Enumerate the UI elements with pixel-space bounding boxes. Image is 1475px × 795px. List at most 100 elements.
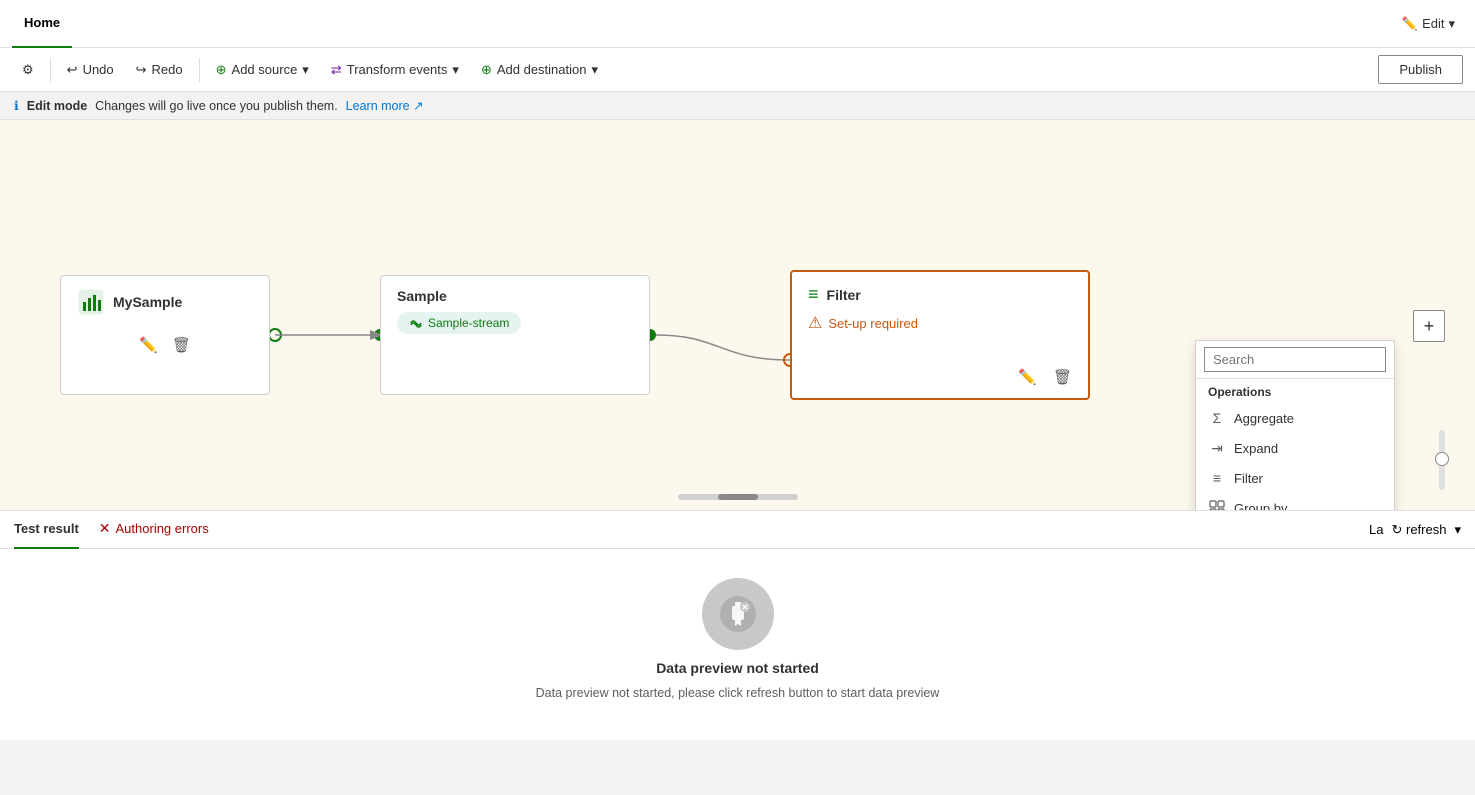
error-badge: ✕ Authoring errors [99,520,209,537]
mysample-node[interactable]: MySample ✏️ 🗑 [60,275,270,395]
home-tab[interactable]: Home [12,0,72,48]
settings-icon: ⚙ [22,62,34,78]
filter-status: Set-up required [828,316,918,331]
empty-subtitle: Data preview not started, please click r… [536,686,940,700]
filter-dropdown-label: Filter [1234,471,1263,486]
add-source-icon: ⊕ [216,62,227,78]
transform-icon: ⇄ [331,62,342,78]
last-label: La [1369,522,1383,537]
dropdown-item-aggregate[interactable]: Σ Aggregate [1196,403,1394,433]
info-bar: ℹ Edit mode Changes will go live once yo… [0,92,1475,120]
mysample-icon [77,288,105,316]
zoom-controls [1439,430,1445,490]
stream-label: Sample-stream [428,316,509,330]
dropdown-search-container [1196,341,1394,379]
add-destination-button[interactable]: ⊕ Add destination ▾ [471,57,608,83]
edit-label: Edit [1422,16,1444,31]
undo-label: Undo [83,62,114,77]
learn-more-link[interactable]: Learn more ↗ [346,98,424,113]
add-source-chevron: ▾ [302,62,309,78]
operations-dropdown: Operations Σ Aggregate ⇥ Expand ≡ Filter… [1195,340,1395,510]
sample-name: Sample [397,288,447,304]
dropdown-item-filter[interactable]: ≡ Filter [1196,463,1394,493]
add-source-label: Add source [232,62,298,77]
mysample-title: MySample [77,288,253,316]
groupby-label: Group by [1234,501,1287,511]
external-link-icon: ↗ [413,99,423,113]
operations-section-label: Operations [1196,379,1394,403]
zoom-track[interactable] [1439,430,1445,490]
dropdown-search-input[interactable] [1204,347,1386,372]
edit-icon: ✏️ [1402,16,1418,32]
filter-edit-button[interactable]: ✏️ [1014,364,1041,390]
canvas-scrollbar[interactable] [678,494,798,500]
separator-2 [199,58,200,82]
filter-node[interactable]: ≡ Filter ⚠ Set-up required ✏️ 🗑 [790,270,1090,400]
publish-button[interactable]: Publish [1378,55,1463,84]
refresh-text: refresh [1406,522,1446,537]
redo-icon: ↪ [136,62,147,78]
add-node-button[interactable]: + [1413,310,1445,342]
edit-mode-label: Edit mode [27,99,87,113]
empty-title: Data preview not started [656,660,819,676]
transform-events-button[interactable]: ⇄ Transform events ▾ [321,57,469,83]
bottom-tabs: Test result ✕ Authoring errors La ↻ refr… [0,511,1475,549]
aggregate-icon: Σ [1208,409,1226,427]
dropdown-item-expand[interactable]: ⇥ Expand [1196,433,1394,463]
authoring-errors-label: Authoring errors [116,521,209,536]
canvas[interactable]: MySample ✏️ 🗑 Sample Sample-stream ≡ Fil… [0,120,1475,510]
error-icon: ✕ [99,520,111,537]
settings-button[interactable]: ⚙ [12,57,44,83]
info-message: Changes will go live once you publish th… [95,99,338,113]
learn-more-label: Learn more [346,99,410,113]
filter-icon: ≡ [808,284,819,305]
filter-dropdown-icon: ≡ [1208,469,1226,487]
mysample-name: MySample [113,294,182,310]
undo-icon: ↩ [67,62,78,78]
refresh-chevron[interactable]: ▾ [1454,522,1461,538]
undo-button[interactable]: ↩ Undo [57,57,124,83]
tab-test-result[interactable]: Test result [14,511,79,549]
publish-label: Publish [1399,62,1442,77]
separator-1 [50,58,51,82]
redo-button[interactable]: ↪ Redo [126,57,193,83]
expand-label: Expand [1234,441,1278,456]
toolbar: ⚙ ↩ Undo ↪ Redo ⊕ Add source ▾ ⇄ Transfo… [0,48,1475,92]
dropdown-item-groupby[interactable]: Group by [1196,493,1394,510]
warning-icon: ⚠ [808,313,822,333]
info-icon: ℹ [14,98,19,113]
filter-title: ≡ Filter [808,284,1072,305]
refresh-label[interactable]: ↻ refresh [1391,522,1446,538]
transform-chevron: ▾ [452,62,459,78]
tab-authoring-errors[interactable]: ✕ Authoring errors [99,511,209,549]
zoom-thumb [1435,452,1449,466]
bottom-panel: Test result ✕ Authoring errors La ↻ refr… [0,510,1475,740]
transform-label: Transform events [347,62,448,77]
mysample-delete-button[interactable]: 🗑 [168,332,195,358]
filter-warning: ⚠ Set-up required [808,313,1072,333]
redo-label: Redo [152,62,183,77]
empty-state: Data preview not started Data preview no… [0,549,1475,729]
expand-icon: ⇥ [1208,439,1226,457]
aggregate-label: Aggregate [1234,411,1294,426]
sample-title: Sample [397,288,633,304]
sample-node[interactable]: Sample Sample-stream [380,275,650,395]
edit-chevron-icon: ▾ [1448,16,1455,32]
edit-button[interactable]: ✏️ Edit ▾ [1394,12,1463,36]
add-source-button[interactable]: ⊕ Add source ▾ [206,57,319,83]
top-nav: Home ✏️ Edit ▾ [0,0,1475,48]
filter-name: Filter [827,287,861,303]
mysample-edit-button[interactable]: ✏️ [135,332,162,358]
empty-icon [702,578,774,650]
canvas-scroll-thumb [718,494,758,500]
filter-delete-button[interactable]: 🗑 [1049,364,1076,390]
groupby-icon [1208,499,1226,510]
add-destination-label: Add destination [497,62,587,77]
stream-chip-icon [409,316,423,330]
mysample-actions: ✏️ 🗑 [77,332,253,358]
test-result-label: Test result [14,521,79,536]
stream-chip: Sample-stream [397,312,521,334]
bottom-actions: La ↻ refresh ▾ [1369,522,1461,538]
add-destination-icon: ⊕ [481,62,492,78]
add-destination-chevron: ▾ [591,62,598,78]
